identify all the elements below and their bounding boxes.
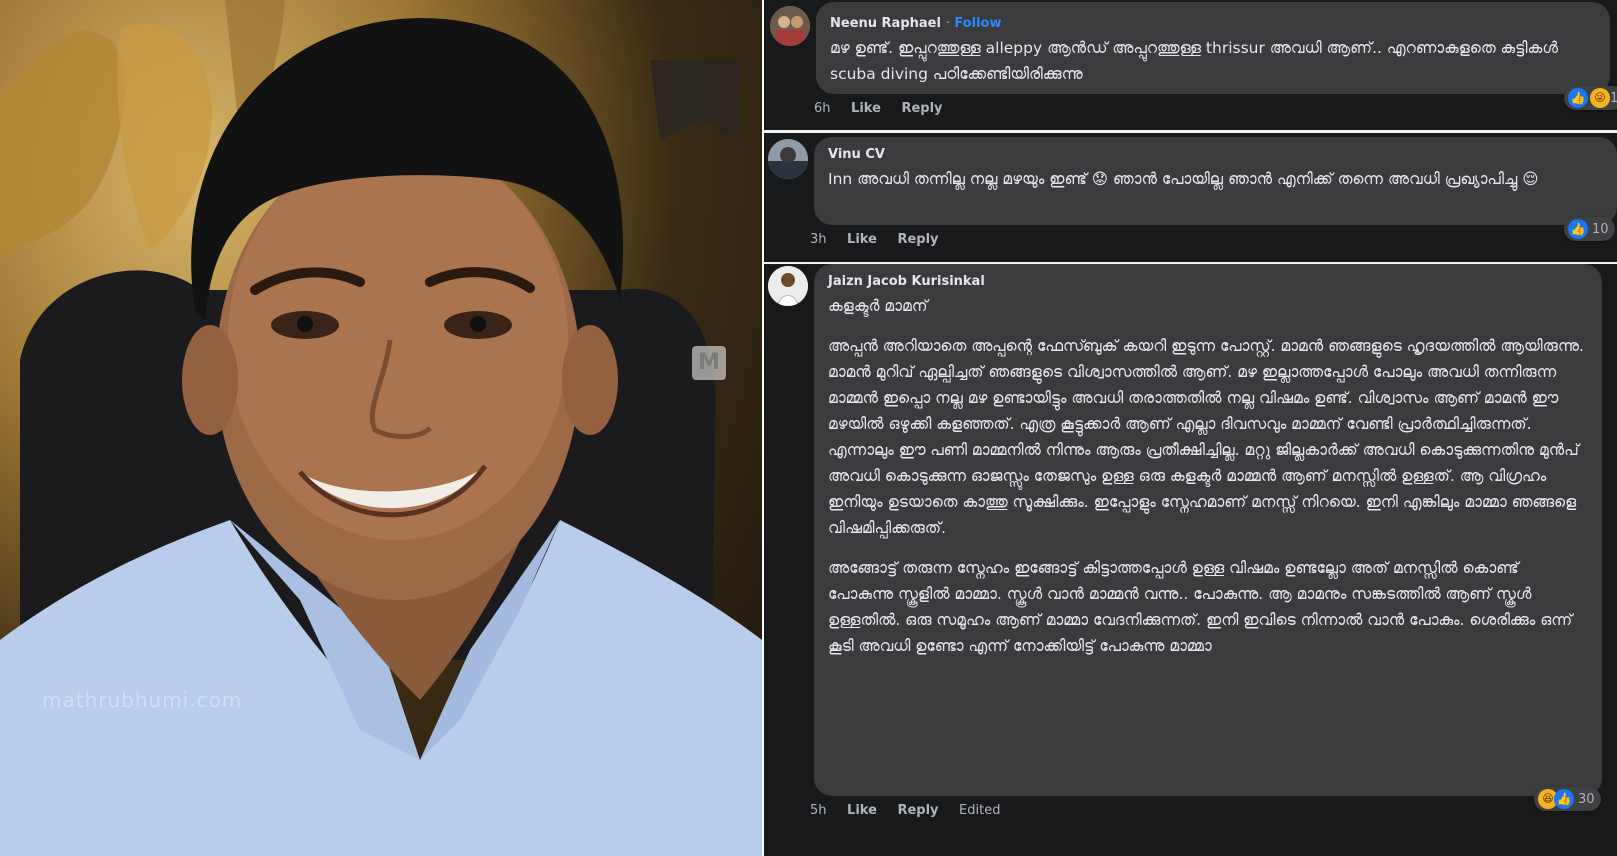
- like-link[interactable]: Like: [847, 232, 877, 247]
- avatar[interactable]: [768, 266, 808, 306]
- comment-time[interactable]: 6h: [814, 101, 831, 116]
- comment-time[interactable]: 3h: [810, 232, 827, 247]
- like-link[interactable]: Like: [847, 803, 877, 818]
- comment-bubble: Vinu CV Inn അവധി തന്നില്ല നല്ല മഴയും ഇണ്…: [814, 137, 1617, 225]
- comment-author[interactable]: Jaizn Jacob Kurisinkal: [828, 274, 1588, 289]
- comment-bubble: Neenu Raphael · Follow മഴ ഉണ്ട്. ഇപ്പുറത…: [816, 2, 1610, 94]
- reaction-count: 10: [1592, 221, 1609, 237]
- avatar-image-icon: [770, 6, 810, 46]
- comment-meta: 3h Like Reply: [810, 232, 955, 247]
- edited-label: Edited: [959, 803, 1001, 818]
- comment-meta: 6h Like Reply: [814, 101, 959, 116]
- like-icon: 👍: [1568, 88, 1588, 108]
- comment-paragraph: അങ്ങോട്ട് തരുന്ന സ്നേഹം ഇങ്ങോട്ട് കിട്ടാ…: [828, 559, 1573, 655]
- avatar-image-icon: [768, 139, 808, 179]
- comment-meta: 5h Like Reply Edited: [810, 803, 1016, 818]
- comment-heading: കളക്ടർ മാമന്: [828, 297, 928, 315]
- like-icon: 👍: [1554, 789, 1574, 809]
- watermark-badge: M: [692, 346, 726, 380]
- comment-time[interactable]: 5h: [810, 803, 827, 818]
- comment-paragraph: അപ്പൻ അറിയാതെ അപ്പന്റെ ഫേസ്ബുക് കയറി ഇടു…: [828, 337, 1584, 537]
- comment-text: Inn അവധി തന്നില്ല നല്ല മഴയും ഇണ്ട് 😟 ഞാൻ…: [828, 170, 1539, 188]
- reply-link[interactable]: Reply: [897, 232, 938, 247]
- avatar[interactable]: [770, 6, 810, 46]
- comment-bubble: Jaizn Jacob Kurisinkal കളക്ടർ മാമന് അപ്പ…: [814, 264, 1602, 796]
- reaction-summary[interactable]: 👍 😜 1: [1564, 86, 1617, 110]
- comment-author[interactable]: Vinu CV: [828, 147, 1603, 162]
- like-icon: 👍: [1568, 219, 1588, 239]
- reply-link[interactable]: Reply: [897, 803, 938, 818]
- avatar-image-icon: [768, 266, 808, 306]
- comment-vinu: Vinu CV Inn അവധി തന്നില്ല നല്ല മഴയും ഇണ്…: [764, 133, 1617, 260]
- watermark-site: mathrubhumi.com: [42, 688, 243, 712]
- comment-jaizn: Jaizn Jacob Kurisinkal കളക്ടർ മാമന് അപ്പ…: [764, 264, 1617, 856]
- like-link[interactable]: Like: [851, 101, 881, 116]
- reaction-count: 1: [1610, 90, 1617, 106]
- comment-text: കളക്ടർ മാമന് അപ്പൻ അറിയാതെ അപ്പന്റെ ഫേസ്…: [828, 293, 1588, 659]
- reaction-summary[interactable]: 😆 👍 30: [1534, 787, 1601, 811]
- reaction-summary[interactable]: 👍 10: [1564, 217, 1615, 241]
- comment-neenu: Neenu Raphael · Follow മഴ ഉണ്ട്. ഇപ്പുറത…: [764, 0, 1617, 130]
- haha-icon: 😜: [1590, 88, 1610, 108]
- avatar[interactable]: [768, 139, 808, 179]
- comment-author[interactable]: Neenu Raphael: [830, 16, 941, 31]
- collector-photo: M mathrubhumi.com: [0, 0, 762, 856]
- comment-text: മഴ ഉണ്ട്. ഇപ്പുറത്തുള്ള alleppy ആൻഡ് അപ്…: [830, 39, 1563, 83]
- comments-panel: Neenu Raphael · Follow മഴ ഉണ്ട്. ഇപ്പുറത…: [764, 0, 1617, 856]
- reaction-count: 30: [1578, 791, 1595, 807]
- portrait-illustration: [0, 0, 762, 856]
- reply-link[interactable]: Reply: [901, 101, 942, 116]
- follow-link[interactable]: Follow: [954, 16, 1001, 31]
